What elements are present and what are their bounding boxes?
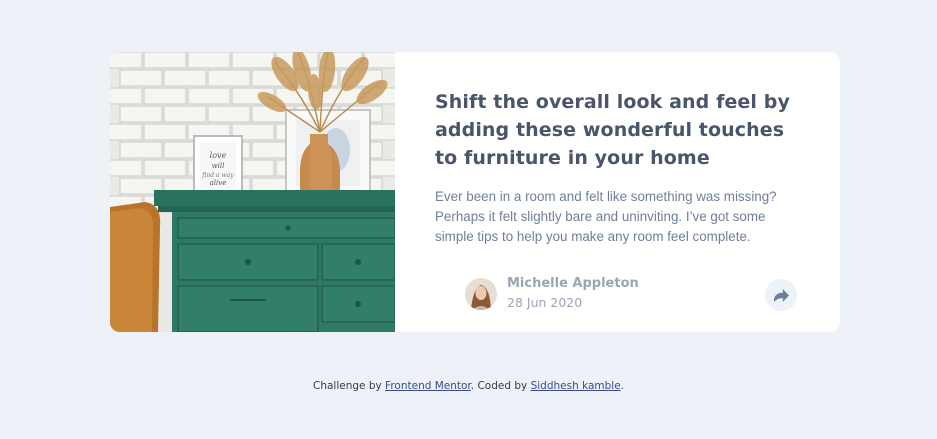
author-date: 28 Jun 2020	[507, 295, 583, 310]
author-avatar	[465, 278, 497, 310]
attribution-suffix: .	[620, 380, 625, 392]
svg-text:alive: alive	[210, 179, 227, 187]
article-title: Shift the overall look and feel by addin…	[435, 91, 790, 169]
author-link[interactable]: Siddhesh kamble	[531, 380, 621, 392]
svg-text:love: love	[210, 151, 227, 160]
author-info: Michelle Appleton 28 Jun 2020	[465, 275, 639, 313]
attribution-prefix: Challenge by	[312, 380, 386, 392]
frontend-mentor-link[interactable]: Frontend Mentor	[385, 380, 471, 392]
svg-text:will: will	[212, 162, 225, 170]
article-preview-card: love will find a way alive Shift the ove…	[110, 52, 840, 332]
author-name: Michelle Appleton	[507, 276, 639, 291]
article-description: Ever been in a room and felt like someth…	[435, 189, 777, 244]
attribution: Challenge by Frontend Mentor. Coded by S…	[0, 380, 937, 392]
card-content: Shift the overall look and feel by addin…	[395, 52, 840, 332]
svg-text:find a way: find a way	[201, 172, 234, 179]
author-text: Michelle Appleton 28 Jun 2020	[507, 275, 639, 313]
share-button[interactable]	[765, 279, 797, 311]
furniture-photo: love will find a way alive	[110, 52, 395, 332]
attribution-middle: . Coded by	[470, 380, 531, 392]
share-arrow-icon	[773, 288, 789, 302]
